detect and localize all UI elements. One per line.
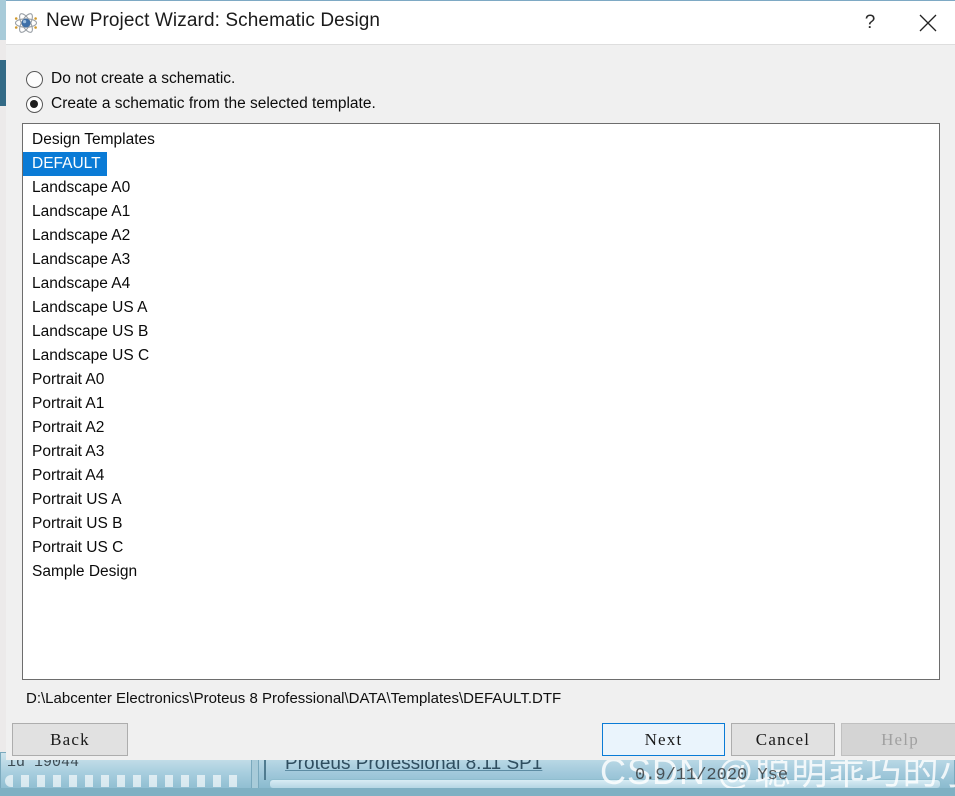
list-item-label: Sample Design: [32, 563, 138, 580]
next-button[interactable]: Next: [602, 723, 725, 756]
back-button[interactable]: Back: [12, 723, 128, 756]
list-item[interactable]: Portrait US B: [23, 512, 939, 536]
dialog-titlebar: New Project Wizard: Schematic Design ?: [6, 0, 955, 44]
list-item-label: Landscape A0: [32, 179, 131, 196]
list-item-label: Portrait A1: [32, 395, 105, 412]
radio-label-from-template: Create a schematic from the selected tem…: [51, 95, 376, 112]
list-item[interactable]: Portrait A1: [23, 392, 939, 416]
list-item[interactable]: Portrait A4: [23, 464, 939, 488]
close-button[interactable]: [905, 1, 951, 44]
list-item[interactable]: Sample Design: [23, 560, 939, 584]
list-item-label: Portrait US A: [32, 491, 122, 508]
selected-template-path: D:\Labcenter Electronics\Proteus 8 Profe…: [26, 690, 562, 707]
help-button-label: Help: [881, 729, 919, 749]
list-item-label: Landscape US B: [32, 323, 149, 340]
list-item[interactable]: Landscape A2: [23, 224, 939, 248]
dialog-button-row: Back Next Cancel Help: [6, 723, 955, 761]
proteus-atom-icon: [14, 11, 38, 35]
list-item-label: Portrait A4: [32, 467, 105, 484]
list-item[interactable]: Portrait A3: [23, 440, 939, 464]
new-project-wizard-dialog: New Project Wizard: Schematic Design ? D…: [6, 0, 955, 760]
list-item[interactable]: Landscape US C: [23, 344, 939, 368]
help-titlebar-button[interactable]: ?: [847, 1, 893, 44]
taskbar-bottom-strip: [0, 788, 955, 796]
radio-indicator-no-schematic[interactable]: [26, 70, 43, 88]
list-item-label: Portrait A0: [32, 371, 105, 388]
list-item[interactable]: Portrait A2: [23, 416, 939, 440]
list-item-selected-label: DEFAULT: [23, 152, 107, 176]
radio-label-no-schematic: Do not create a schematic.: [51, 70, 236, 87]
list-item[interactable]: Landscape A0: [23, 176, 939, 200]
back-button-label: Back: [50, 729, 90, 749]
design-templates-listbox[interactable]: Design Templates DEFAULT Landscape A0 Lands…: [22, 123, 940, 680]
list-item[interactable]: Landscape US A: [23, 296, 939, 320]
list-item[interactable]: Landscape A3: [23, 248, 939, 272]
next-button-label: Next: [644, 729, 683, 749]
list-item[interactable]: DEFAULT: [23, 152, 939, 176]
list-item[interactable]: Portrait US A: [23, 488, 939, 512]
list-item-label: Landscape US A: [32, 299, 148, 316]
help-button: Help: [841, 723, 955, 756]
dialog-title: New Project Wizard: Schematic Design: [46, 10, 381, 31]
list-item-label: Portrait US B: [32, 515, 123, 532]
radio-option-no-schematic[interactable]: Do not create a schematic.: [26, 68, 235, 90]
cancel-button-label: Cancel: [755, 729, 811, 749]
list-item-label: Portrait A3: [32, 443, 105, 460]
list-item-label: Landscape A4: [32, 275, 131, 292]
list-item-label: Portrait US C: [32, 539, 124, 556]
design-templates-list: Design Templates DEFAULT Landscape A0 Lands…: [23, 124, 939, 584]
list-item-label: Landscape A3: [32, 251, 131, 268]
design-templates-list-header: Design Templates: [32, 131, 155, 148]
list-item-label: Portrait A2: [32, 419, 105, 436]
list-item-label: Landscape A2: [32, 227, 131, 244]
list-item[interactable]: Landscape A1: [23, 200, 939, 224]
radio-option-from-template[interactable]: Create a schematic from the selected tem…: [26, 93, 376, 115]
list-item[interactable]: Landscape A4: [23, 272, 939, 296]
list-item-label: Landscape US C: [32, 347, 150, 364]
list-item-label: Landscape A1: [32, 203, 131, 220]
list-item[interactable]: Portrait US C: [23, 536, 939, 560]
list-item[interactable]: Portrait A0: [23, 368, 939, 392]
dialog-body: Do not create a schematic. Create a sche…: [6, 44, 955, 760]
question-mark-icon: ?: [864, 11, 876, 33]
close-icon: [917, 12, 939, 34]
list-item[interactable]: Landscape US B: [23, 320, 939, 344]
background-window-left-decor: [5, 775, 245, 787]
cancel-button[interactable]: Cancel: [731, 723, 835, 756]
radio-indicator-from-template[interactable]: [26, 95, 43, 113]
